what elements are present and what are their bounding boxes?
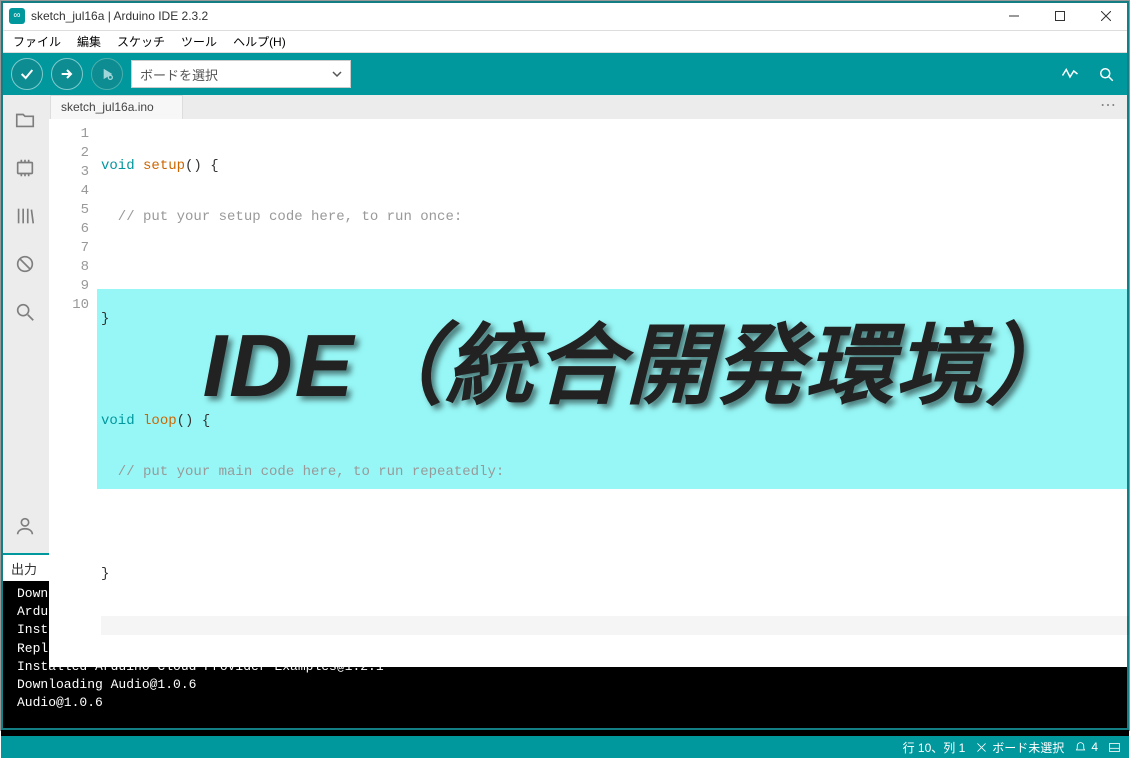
menu-help[interactable]: ヘルプ(H)	[225, 31, 294, 52]
upload-button[interactable]	[51, 58, 83, 90]
debug-button[interactable]	[91, 58, 123, 90]
tab-active[interactable]: sketch_jul16a.ino	[50, 95, 183, 119]
titlebar: sketch_jul16a | Arduino IDE 2.3.2	[1, 1, 1129, 31]
chevron-down-icon	[332, 69, 342, 79]
main-area: sketch_jul16a.ino ⋯ 12345678910 void set…	[1, 95, 1129, 553]
menu-edit[interactable]: 編集	[69, 31, 109, 52]
debug-icon[interactable]	[8, 247, 42, 281]
editor-pane: sketch_jul16a.ino ⋯ 12345678910 void set…	[49, 95, 1129, 553]
output-line: Audio@1.0.6	[17, 694, 1113, 712]
close-button[interactable]	[1083, 1, 1129, 31]
sketchbook-icon[interactable]	[8, 103, 42, 137]
boards-manager-icon[interactable]	[8, 151, 42, 185]
minimize-button[interactable]	[991, 1, 1037, 31]
board-status[interactable]: ボード未選択	[975, 739, 1064, 756]
output-line: Downloading Audio@1.0.6	[17, 676, 1113, 694]
serial-plotter-button[interactable]	[1057, 61, 1083, 87]
output-label: 出力	[11, 559, 37, 578]
gutter: 12345678910	[49, 119, 97, 667]
menu-file[interactable]: ファイル	[5, 31, 69, 52]
window-title: sketch_jul16a | Arduino IDE 2.3.2	[31, 9, 991, 23]
menu-tools[interactable]: ツール	[173, 31, 225, 52]
serial-monitor-button[interactable]	[1093, 61, 1119, 87]
code-editor[interactable]: 12345678910 void setup() { // put your s…	[49, 119, 1129, 667]
tab-overflow-button[interactable]: ⋯	[1100, 95, 1117, 119]
menu-sketch[interactable]: スケッチ	[109, 31, 173, 52]
maximize-button[interactable]	[1037, 1, 1083, 31]
statusbar: 行 10、列 1 ボード未選択 4	[1, 736, 1129, 758]
account-icon[interactable]	[8, 509, 42, 543]
verify-button[interactable]	[11, 58, 43, 90]
notifications-button[interactable]: 4	[1074, 740, 1098, 754]
search-icon[interactable]	[8, 295, 42, 329]
code-content[interactable]: void setup() { // put your setup code he…	[97, 119, 1129, 667]
cursor-position: 行 10、列 1	[903, 739, 966, 756]
app-icon	[9, 8, 25, 24]
board-select-label: ボードを選択	[140, 65, 218, 84]
toolbar: ボードを選択	[1, 53, 1129, 95]
menubar: ファイル 編集 スケッチ ツール ヘルプ(H)	[1, 31, 1129, 53]
library-manager-icon[interactable]	[8, 199, 42, 233]
tabbar: sketch_jul16a.ino ⋯	[49, 95, 1129, 119]
board-select[interactable]: ボードを選択	[131, 60, 351, 88]
close-panel-button[interactable]	[1108, 741, 1121, 754]
sidebar	[1, 95, 49, 553]
